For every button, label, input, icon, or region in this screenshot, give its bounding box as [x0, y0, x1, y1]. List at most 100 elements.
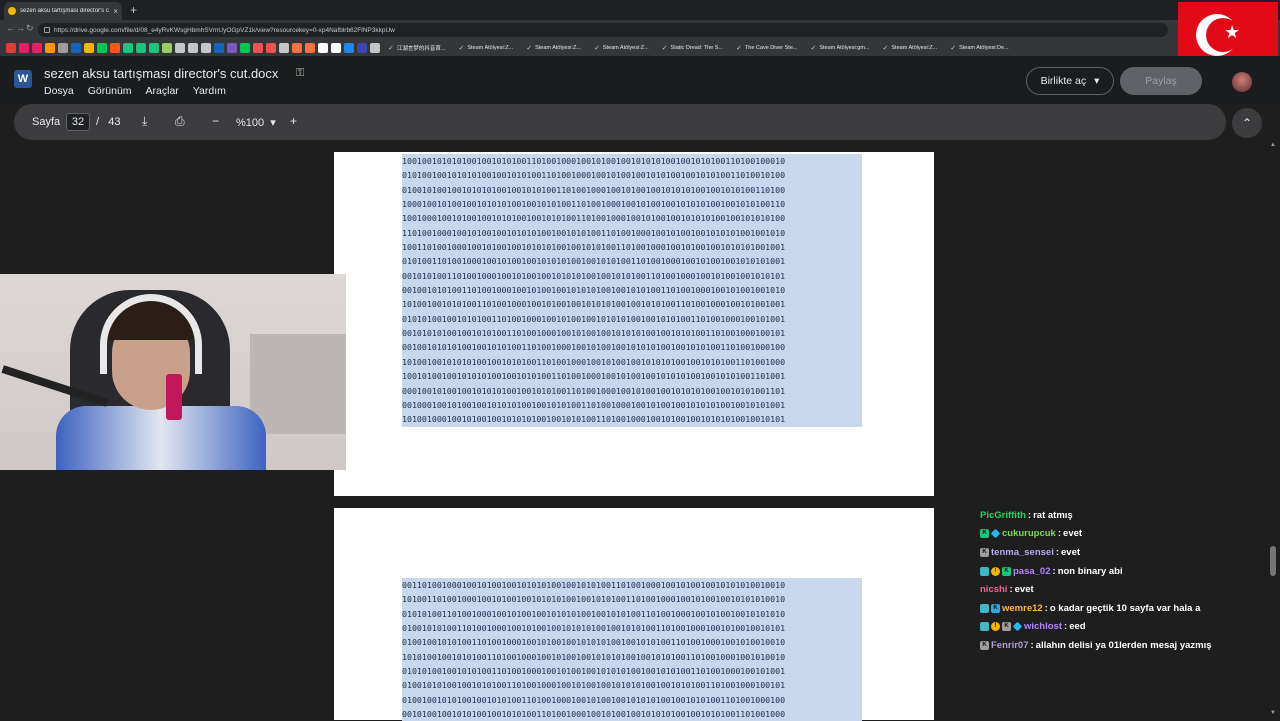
bookmark-favicon-icon[interactable] [318, 43, 328, 53]
menu-item-file[interactable]: Dosya [44, 85, 74, 97]
scroll-up-icon[interactable]: ▲ [1270, 142, 1276, 148]
page-separator: / [96, 116, 100, 128]
share-button[interactable]: Paylaş [1120, 67, 1202, 95]
scroll-down-icon[interactable]: ▼ [1270, 710, 1276, 716]
download-icon[interactable]: ⤓ [142, 114, 147, 129]
zoom-level-select[interactable]: %100 ▾ [236, 116, 276, 129]
selected-binary-text[interactable]: 1001001010101001001010100110100100010010… [402, 154, 862, 427]
bookmark-favicon-icon[interactable] [110, 43, 120, 53]
bookmark-favicon-icon[interactable] [97, 43, 107, 53]
bookmarks-bar: ✓ 江湖言梦的抖音首... ✓ Steam Atölyesi:Z... ✓ Steam A… [0, 40, 1280, 56]
page-number-input[interactable]: 32 [66, 113, 90, 131]
menu-item-view[interactable]: Görünüm [88, 85, 132, 97]
bookmark-favicon-icon[interactable] [292, 43, 302, 53]
bookmark-favicon-icon[interactable] [370, 43, 380, 53]
bookmark-favicon-icon[interactable] [357, 43, 367, 53]
forward-icon[interactable]: → [16, 23, 25, 33]
bookmark-favicon-icon[interactable] [71, 43, 81, 53]
zoom-out-icon[interactable]: − [212, 114, 219, 128]
bookmark-favicon-icon[interactable] [162, 43, 172, 53]
bookmark-favicon-icon[interactable] [201, 43, 211, 53]
chat-badge-icon [980, 622, 989, 632]
menu-item-tools[interactable]: Araçlar [146, 85, 179, 97]
bookmark-favicon-icon[interactable] [45, 43, 55, 53]
binary-line: 0010010101001101001000100101001001010101… [402, 285, 786, 296]
chat-username[interactable]: nicshi [980, 584, 1007, 595]
browser-tab[interactable]: sezen aksu tartışması director's cut... … [4, 2, 122, 20]
chat-text: evet [1063, 528, 1083, 540]
open-with-button[interactable]: Birlikte aç ▾ [1026, 67, 1114, 95]
chat-username[interactable]: Fenrir07 [991, 640, 1029, 651]
chat-badge-icon: ! [991, 622, 1000, 632]
menu-item-help[interactable]: Yardım [193, 85, 226, 97]
bookmark-item[interactable]: ✓ Steam Atölyesi:Z... [589, 44, 654, 52]
chat-separator: : [1052, 565, 1056, 577]
binary-line: 1010010001001010010010101010010010101001… [402, 414, 786, 425]
bookmark-item[interactable]: ✓ Static Dread: The S... [657, 44, 728, 52]
chat-username[interactable]: wemre12 [1002, 603, 1043, 614]
collapse-toolbar-icon[interactable]: ⌃ [1232, 108, 1262, 138]
bookmark-item[interactable]: ✓ Steam Atölyesi:Z... [453, 44, 518, 52]
print-icon[interactable]: ⎙ [175, 114, 185, 129]
chat-badge-icon: K [980, 529, 989, 539]
bookmark-favicon-icon[interactable] [344, 43, 354, 53]
address-bar[interactable]: https://drive.google.com/file/d/08_e4yRv… [38, 23, 1168, 37]
chat-username[interactable]: cukurupcuk [1002, 528, 1056, 539]
bookmark-favicon-icon[interactable] [266, 43, 276, 53]
bookmark-favicon-icon[interactable] [175, 43, 185, 53]
bookmark-favicon-icon[interactable] [136, 43, 146, 53]
bookmark-favicon-icon[interactable] [32, 43, 42, 53]
chat-message: Ktenma_sensei: evet [980, 543, 1250, 562]
bookmark-favicon-icon[interactable] [279, 43, 289, 53]
bookmark-favicon-icon[interactable] [84, 43, 94, 53]
zoom-in-icon[interactable]: + [290, 114, 297, 128]
binary-line: 0100101010010010101001101001000100101001… [402, 680, 786, 691]
binary-line: 0011010010001001010010010101010010010101… [402, 580, 786, 590]
bookmark-favicon-icon[interactable] [227, 43, 237, 53]
chat-separator: : [1064, 621, 1068, 633]
binary-line: 1101001000100101001001010101001001010100… [402, 227, 786, 238]
bookmark-favicon-icon[interactable] [58, 43, 68, 53]
site-info-icon[interactable] [44, 27, 50, 33]
bookmark-item[interactable]: ✓ Steam Atölyesi:gm... [805, 44, 874, 52]
chat-badge-icon [990, 529, 1001, 539]
binary-line: 1010011010010001001010010010101010010010… [402, 594, 786, 605]
chat-username[interactable]: wichlost [1024, 621, 1062, 632]
binary-line: 1001001010101001001010100110100100010010… [402, 156, 786, 166]
bookmark-item[interactable]: ✓ Steam Atölyesi:De... [945, 44, 1013, 52]
binary-line: 0100100101010010010101001101001000100101… [402, 694, 786, 705]
bookmark-label: Steam Atölyesi:Z... [467, 45, 514, 51]
bookmark-favicon-icon[interactable] [305, 43, 315, 53]
bookmark-item[interactable]: ✓ Steam Atölyesi:Z... [878, 44, 943, 52]
chat-username[interactable]: pasa_02 [1013, 566, 1051, 577]
page-scrollbar[interactable]: ▲ ▼ [1268, 140, 1280, 720]
bookmark-favicon-icon[interactable] [188, 43, 198, 53]
binary-line: 0010010101010010010101001101001000100101… [402, 342, 786, 353]
selected-binary-text[interactable]: 0011010010001001010010010101010010010101… [402, 578, 862, 721]
bookmark-favicon-icon[interactable] [6, 43, 16, 53]
bookmark-favicon-icon[interactable] [123, 43, 133, 53]
bookmark-favicon-icon[interactable] [149, 43, 159, 53]
account-avatar[interactable] [1232, 72, 1252, 92]
bookmark-favicon-icon[interactable] [240, 43, 250, 53]
scrollbar-thumb[interactable] [1270, 546, 1276, 576]
chat-text: eed [1069, 621, 1086, 633]
reload-icon[interactable]: ↻ [26, 23, 34, 34]
chat-username[interactable]: tenma_sensei [991, 547, 1054, 558]
bookmark-favicon-icon[interactable] [253, 43, 263, 53]
chat-badge-icon: K [991, 603, 1000, 613]
bookmark-item[interactable]: ✓ The Cave Diver Ste... [731, 44, 802, 52]
bookmark-label: Static Dread: The S... [670, 45, 724, 51]
tab-close-icon[interactable]: × [113, 7, 118, 16]
bookmark-favicon-icon[interactable] [214, 43, 224, 53]
binary-line: 0010101001101001000100101001001010101001… [402, 270, 786, 281]
steam-icon: ✓ [950, 45, 957, 52]
bookmark-item[interactable]: ✓ 江湖言梦的抖音首... [383, 44, 450, 52]
bookmark-favicon-icon[interactable] [19, 43, 29, 53]
steam-icon: ✓ [458, 45, 465, 52]
new-tab-button[interactable]: + [130, 3, 137, 17]
back-icon[interactable]: ← [6, 23, 15, 33]
bookmark-item[interactable]: ✓ Steam Atölyesi:Z... [521, 44, 586, 52]
bookmark-favicon-icon[interactable] [331, 43, 341, 53]
chat-username[interactable]: PicGriffith [980, 510, 1026, 521]
